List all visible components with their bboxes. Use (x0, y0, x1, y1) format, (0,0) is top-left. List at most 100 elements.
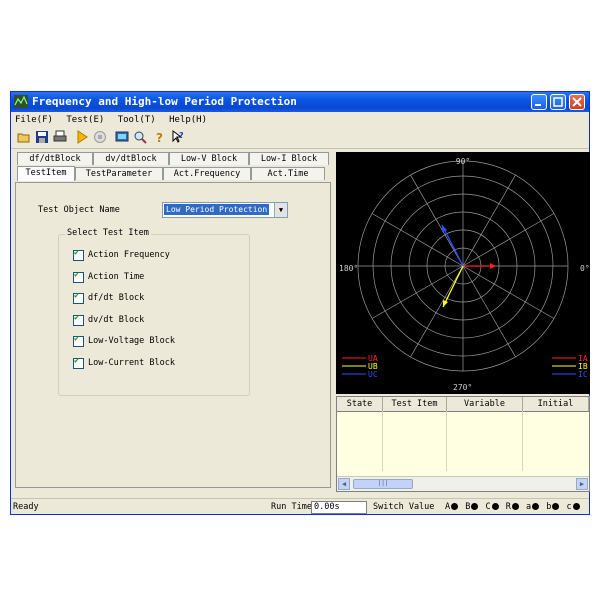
menu-tool[interactable]: Tool(T) (114, 112, 160, 128)
arrowhead-icon (442, 225, 447, 232)
title-bar[interactable]: Frequency and High-low Period Protection (11, 92, 589, 112)
run-icon[interactable] (75, 130, 89, 144)
select-test-item-group: Select Test Item Action Frequency Action… (58, 228, 250, 396)
column-divider (522, 411, 523, 471)
test-object-label: Test Object Name (38, 205, 120, 215)
switch-value-label: Switch Value (373, 502, 435, 512)
tab-df-dt-block[interactable]: df/dtBlock (17, 152, 93, 165)
test-object-select[interactable]: Low Period Protection ▼ (162, 202, 288, 218)
menu-test[interactable]: Test(E) (62, 112, 108, 128)
switch-c-lower-label: c (566, 502, 572, 512)
scroll-left-icon[interactable]: ◀ (338, 478, 350, 490)
save-icon[interactable] (35, 130, 49, 144)
scroll-thumb[interactable]: ||| (353, 479, 413, 489)
help-icon[interactable]: ? (153, 130, 167, 144)
switch-b-label: B (465, 502, 471, 512)
minimize-button[interactable] (531, 94, 547, 110)
grid-spoke (462, 265, 555, 319)
switch-a-lower-label: a (526, 502, 532, 512)
switch-c-lower-indicator (572, 503, 580, 510)
tab-test-parameter[interactable]: TestParameter (75, 167, 163, 180)
grid-spoke (410, 265, 464, 358)
menu-file[interactable]: File(F) (11, 112, 57, 128)
close-button[interactable] (569, 94, 585, 110)
run-time-label: Run Time (271, 502, 312, 512)
tab-low-i-block[interactable]: Low-I Block (249, 152, 329, 165)
test-item-page: Test Object Name Low Period Protection ▼… (15, 182, 331, 488)
grid-spoke (410, 174, 464, 267)
menu-help[interactable]: Help(H) (165, 112, 211, 128)
angle-label-0: 0° (580, 264, 590, 273)
chevron-down-icon[interactable]: ▼ (274, 203, 287, 217)
switch-b-lower-indicator (552, 503, 560, 510)
tab-row-2: TestItem TestParameter Act.Frequency Act… (15, 166, 331, 181)
grid-spoke (371, 265, 464, 319)
angle-label-90: 90° (456, 157, 470, 166)
toolbar: ? ? (11, 128, 589, 149)
checkbox-checked-icon[interactable] (73, 313, 84, 326)
checkbox-checked-icon[interactable] (73, 291, 84, 304)
legend-voltage: UA UB UC (342, 354, 378, 379)
main-window: Frequency and High-low Period Protection… (10, 91, 590, 515)
scroll-right-icon[interactable]: ▶ (576, 478, 588, 490)
monitor-icon[interactable] (115, 130, 129, 144)
horizontal-scrollbar[interactable]: ◀ ||| ▶ (337, 476, 589, 491)
tab-act-frequency[interactable]: Act.Frequency (163, 167, 251, 180)
tab-act-time[interactable]: Act.Time (251, 167, 325, 180)
test-object-value: Low Period Protection (164, 204, 270, 215)
col-initial[interactable]: Initial (523, 397, 589, 411)
context-help-icon[interactable]: ? (171, 130, 185, 144)
angle-label-270: 270° (453, 383, 472, 392)
window-title: Frequency and High-low Period Protection (32, 95, 297, 108)
app-icon (14, 95, 28, 108)
tab-test-item[interactable]: TestItem (17, 166, 75, 181)
arrowhead-icon (443, 300, 448, 307)
menu-bar: File(F) Test(E) Tool(T) Help(H) (11, 112, 589, 128)
result-table: State Test Item Variable Initial ◀ ||| ▶ (336, 396, 590, 492)
status-bar: Ready Run Time 0.00s Switch Value A B C … (11, 498, 589, 515)
tab-row-1: df/dtBlock dv/dtBlock Low-V Block Low-I … (15, 152, 331, 166)
open-folder-icon[interactable] (17, 130, 31, 144)
col-test-item[interactable]: Test Item (383, 397, 447, 411)
grid-spoke (462, 174, 516, 267)
checkbox-checked-icon[interactable] (73, 270, 84, 283)
zoom-icon[interactable] (133, 130, 147, 144)
legend-ic: IC (578, 370, 588, 379)
arrowhead-icon (490, 263, 496, 269)
col-state[interactable]: State (337, 397, 383, 411)
column-divider (446, 411, 447, 471)
tab-low-v-block[interactable]: Low-V Block (169, 152, 249, 165)
checkbox-checked-icon[interactable] (73, 356, 84, 369)
polar-phasor-chart: 90° 180° 0° 270° UA UB UC IA IB IC (336, 152, 590, 394)
legend-uc: UC (368, 370, 378, 379)
checkbox-checked-icon[interactable] (73, 248, 84, 261)
maximize-button[interactable] (550, 94, 566, 110)
stop-icon[interactable] (93, 130, 107, 144)
table-header: State Test Item Variable Initial (337, 397, 589, 412)
switch-c-label: C (485, 502, 491, 512)
switch-a-indicator (451, 503, 459, 510)
switch-b-indicator (471, 503, 479, 510)
switch-r-label: R (505, 502, 511, 512)
switch-b-lower-label: b (546, 502, 552, 512)
vector-display-panel: 90° 180° 0° 270° UA UB UC IA IB IC State… (336, 152, 590, 492)
switch-r-indicator (511, 503, 519, 510)
svg-text:?: ? (179, 131, 184, 140)
switch-c-indicator (491, 503, 499, 510)
col-variable[interactable]: Variable (447, 397, 523, 411)
status-ready: Ready (13, 502, 39, 512)
test-settings-panel: df/dtBlock dv/dtBlock Low-V Block Low-I … (15, 152, 331, 488)
group-title: Select Test Item (65, 228, 151, 238)
column-divider (382, 411, 383, 471)
tab-dv-dt-block[interactable]: dv/dtBlock (93, 152, 169, 165)
svg-text:?: ? (156, 131, 163, 144)
run-time-value: 0.00s (311, 501, 367, 514)
legend-current: IA IB IC (552, 354, 588, 379)
print-icon[interactable] (53, 130, 67, 144)
angle-label-180: 180° (339, 264, 358, 273)
switch-a-label: A (445, 502, 451, 512)
switch-a-lower-indicator (532, 503, 540, 510)
grid-spoke (462, 265, 516, 358)
checkbox-checked-icon[interactable] (73, 334, 84, 347)
grid-spoke (462, 213, 555, 267)
